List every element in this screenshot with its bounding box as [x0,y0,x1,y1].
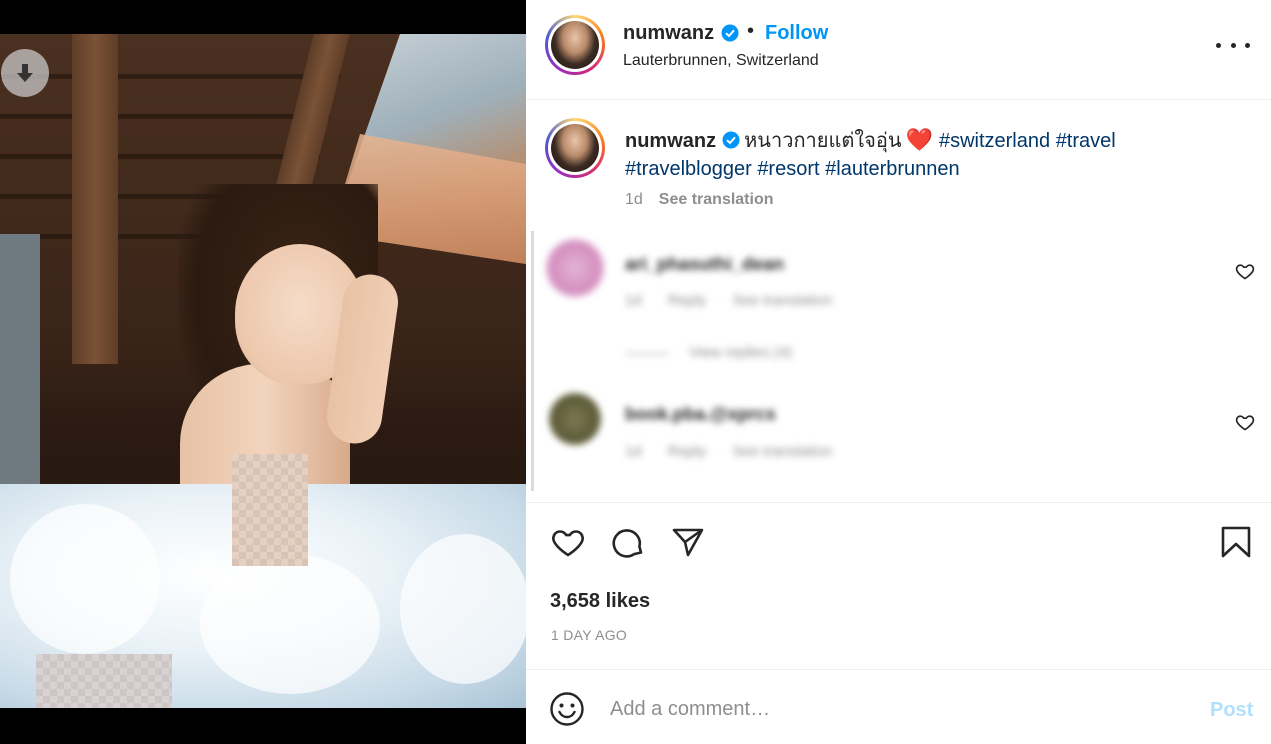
hashtag-link[interactable]: #travelblogger [625,158,752,180]
commenter-avatar[interactable] [549,393,601,445]
caption-text: หนาวกายแต่ใจอุ่น [744,130,902,152]
hashtag-link[interactable]: #switzerland [939,130,1050,152]
view-replies-button[interactable]: View replies (4) [625,344,792,361]
commenter-username[interactable]: ari_phasuthi_dean [625,254,784,275]
commenter-avatar[interactable] [546,239,604,297]
comment-meta: 1d Reply See translation [625,292,833,309]
reply-button[interactable]: Reply [668,443,706,460]
download-icon [17,64,33,82]
post-header: numwanz • Follow Lauterbrunnen, Switzerl… [526,0,1271,100]
comment-icon[interactable] [610,524,646,560]
post-actions: 3,658 likes 1 DAY AGO [526,504,1271,670]
emoji-icon[interactable] [549,691,585,727]
hashtag-link[interactable]: #resort [757,158,819,180]
like-count[interactable]: 3,658 likes [550,590,650,613]
comment-composer: Post [526,671,1271,744]
comment-like-heart-icon[interactable] [1235,412,1255,432]
post-viewer: numwanz • Follow Lauterbrunnen, Switzerl… [0,0,1271,744]
comment-like-heart-icon[interactable] [1235,261,1255,281]
post-timestamp[interactable]: 1 DAY AGO [551,627,627,643]
hashtag-link[interactable]: #lauterbrunnen [825,158,960,180]
download-button[interactable] [1,49,49,97]
post-comment-button[interactable]: Post [1210,699,1253,722]
caption-age: 1d [625,191,643,208]
caption-meta: 1d See translation [625,191,774,209]
post-media [0,0,526,744]
comment-input[interactable] [610,691,1170,727]
separator-dot: • [747,20,755,42]
see-translation-link[interactable]: See translation [732,443,832,460]
censor-mosaic [232,454,308,566]
scroll-indicator[interactable] [531,231,534,491]
post-caption: numwanz หนาวกายแต่ใจอุ่น ❤️ #switzerland #t… [625,126,1245,183]
author-avatar[interactable] [545,15,605,75]
post-side-panel: numwanz • Follow Lauterbrunnen, Switzerl… [526,0,1271,744]
comments-section[interactable]: numwanz หนาวกายแต่ใจอุ่น ❤️ #switzerland #t… [526,101,1271,503]
caption-author-avatar[interactable] [545,118,605,178]
verified-badge-icon [722,131,740,149]
red-heart-emoji: ❤️ [905,127,933,152]
commenter-username[interactable]: book.pba.@xprcs [625,404,776,425]
verified-badge-icon [721,24,739,42]
bookmark-icon[interactable] [1218,524,1254,560]
author-username[interactable]: numwanz [623,22,714,45]
post-photo[interactable] [0,34,526,708]
reply-button[interactable]: Reply [668,292,706,309]
censor-mosaic [36,654,172,708]
comment-meta: 1d Reply See translation [625,443,833,460]
more-options-icon[interactable] [1216,32,1250,58]
post-location[interactable]: Lauterbrunnen, Switzerland [623,52,819,70]
heart-icon[interactable] [550,524,586,560]
hashtag-link[interactable]: #travel [1056,130,1116,152]
caption-username[interactable]: numwanz [625,130,716,152]
follow-button[interactable]: Follow [765,22,828,45]
see-translation-link[interactable]: See translation [732,292,832,309]
see-translation-link[interactable]: See translation [659,191,774,208]
share-icon[interactable] [670,524,706,560]
